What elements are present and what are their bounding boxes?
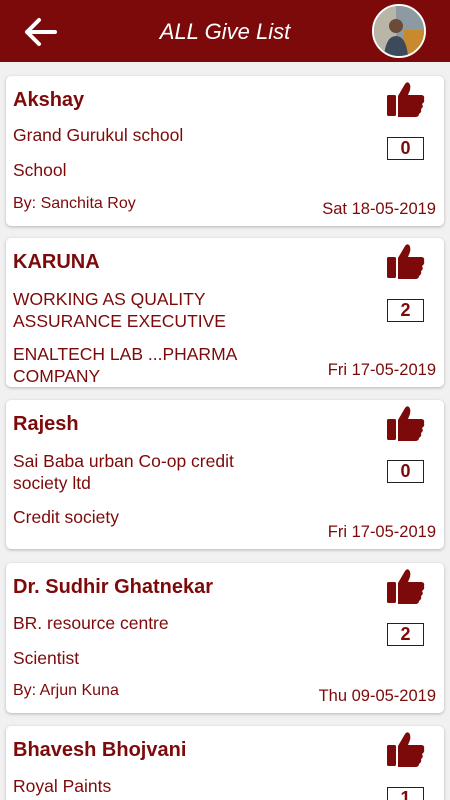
item-name: Bhavesh Bhojvani bbox=[13, 739, 187, 761]
item-category: School bbox=[13, 160, 67, 180]
thumbs-up-icon[interactable] bbox=[386, 567, 426, 605]
list-item[interactable]: Bhavesh Bhojvani Royal Paints 1 bbox=[6, 726, 444, 800]
item-company: Grand Gurukul school bbox=[13, 125, 184, 145]
item-name: Dr. Sudhir Ghatnekar bbox=[13, 576, 214, 598]
thumbs-up-icon[interactable] bbox=[386, 730, 426, 768]
app-bar: ALL Give List bbox=[0, 0, 450, 62]
item-date: Sat 18-05-2019 bbox=[322, 200, 436, 218]
like-count: 2 bbox=[387, 623, 424, 646]
item-company: Royal Paints bbox=[13, 776, 112, 796]
item-company: BR. resource centre bbox=[13, 613, 169, 633]
item-company: WORKING AS QUALITY ASSURANCE EXECUTIVE bbox=[13, 289, 226, 331]
item-category: ENALTECH LAB ...PHARMA COMPANY bbox=[13, 344, 237, 386]
like-count: 1 bbox=[387, 787, 424, 800]
item-company: Sai Baba urban Co-op credit society ltd bbox=[13, 451, 234, 493]
avatar[interactable] bbox=[372, 4, 426, 58]
item-category: Scientist bbox=[13, 648, 80, 668]
profile-photo bbox=[374, 6, 424, 56]
item-date: Thu 09-05-2019 bbox=[318, 687, 436, 705]
thumbs-up-icon[interactable] bbox=[386, 242, 426, 280]
back-button[interactable] bbox=[18, 12, 62, 52]
item-by: By: Sanchita Roy bbox=[13, 195, 136, 212]
item-name: KARUNA bbox=[13, 251, 100, 273]
list-item[interactable]: KARUNA WORKING AS QUALITY ASSURANCE EXEC… bbox=[6, 238, 444, 387]
like-count: 0 bbox=[387, 137, 424, 160]
item-date: Fri 17-05-2019 bbox=[327, 361, 436, 379]
item-name: Rajesh bbox=[13, 413, 79, 435]
thumbs-up-icon[interactable] bbox=[386, 404, 426, 442]
list-item[interactable]: Rajesh Sai Baba urban Co-op credit socie… bbox=[6, 400, 444, 549]
thumbs-up-icon[interactable] bbox=[386, 80, 426, 118]
item-category: Credit society bbox=[13, 507, 120, 527]
give-list[interactable]: Akshay Grand Gurukul school School 0 By:… bbox=[0, 62, 450, 800]
list-item[interactable]: Dr. Sudhir Ghatnekar BR. resource centre… bbox=[6, 563, 444, 713]
item-name: Akshay bbox=[13, 89, 85, 111]
like-count: 0 bbox=[387, 460, 424, 483]
arrow-left-icon bbox=[25, 18, 57, 46]
item-date: Fri 17-05-2019 bbox=[327, 523, 436, 541]
item-by: By: Arjun Kuna bbox=[13, 682, 119, 699]
like-count: 2 bbox=[387, 299, 424, 322]
list-item[interactable]: Akshay Grand Gurukul school School 0 By:… bbox=[6, 76, 444, 226]
